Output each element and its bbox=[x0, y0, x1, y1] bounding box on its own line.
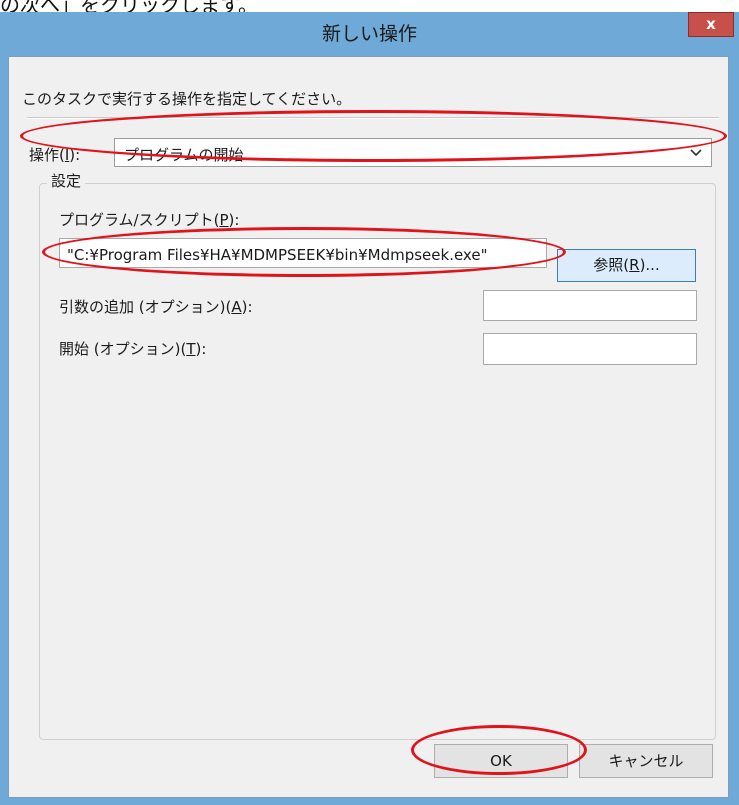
program-script-input[interactable]: "C:¥Program Files¥HA¥MDMPSEEK¥bin¥Mdmpse… bbox=[59, 238, 547, 268]
arguments-input[interactable] bbox=[483, 290, 697, 321]
settings-group-legend: 設定 bbox=[47, 170, 86, 191]
instruction-text: このタスクで実行する操作を指定してください。 bbox=[22, 90, 352, 108]
title-bar[interactable]: 新しい操作 x bbox=[0, 12, 739, 56]
close-button[interactable]: x bbox=[688, 12, 734, 37]
cancel-button[interactable]: キャンセル bbox=[579, 744, 713, 778]
chevron-down-icon bbox=[690, 149, 702, 157]
ok-button[interactable]: OK bbox=[434, 744, 568, 778]
action-select-value: プログラムの開始 bbox=[124, 146, 244, 164]
program-script-label: プログラム/スクリプト(P): bbox=[59, 211, 240, 229]
new-action-dialog: 新しい操作 x このタスクで実行する操作を指定してください。 操作(I): プロ… bbox=[0, 12, 739, 805]
start-in-input[interactable] bbox=[483, 333, 697, 365]
start-in-label: 開始 (オプション)(T): bbox=[59, 340, 207, 358]
action-label: 操作(I): bbox=[29, 146, 81, 164]
arguments-label: 引数の追加 (オプション)(A): bbox=[59, 298, 253, 316]
dialog-title: 新しい操作 bbox=[321, 23, 417, 45]
separator bbox=[27, 117, 719, 119]
browse-button[interactable]: 参照(R)... bbox=[557, 249, 696, 282]
dialog-body: このタスクで実行する操作を指定してください。 操作(I): プログラムの開始 設… bbox=[8, 56, 729, 798]
action-select[interactable]: プログラムの開始 bbox=[114, 138, 712, 167]
